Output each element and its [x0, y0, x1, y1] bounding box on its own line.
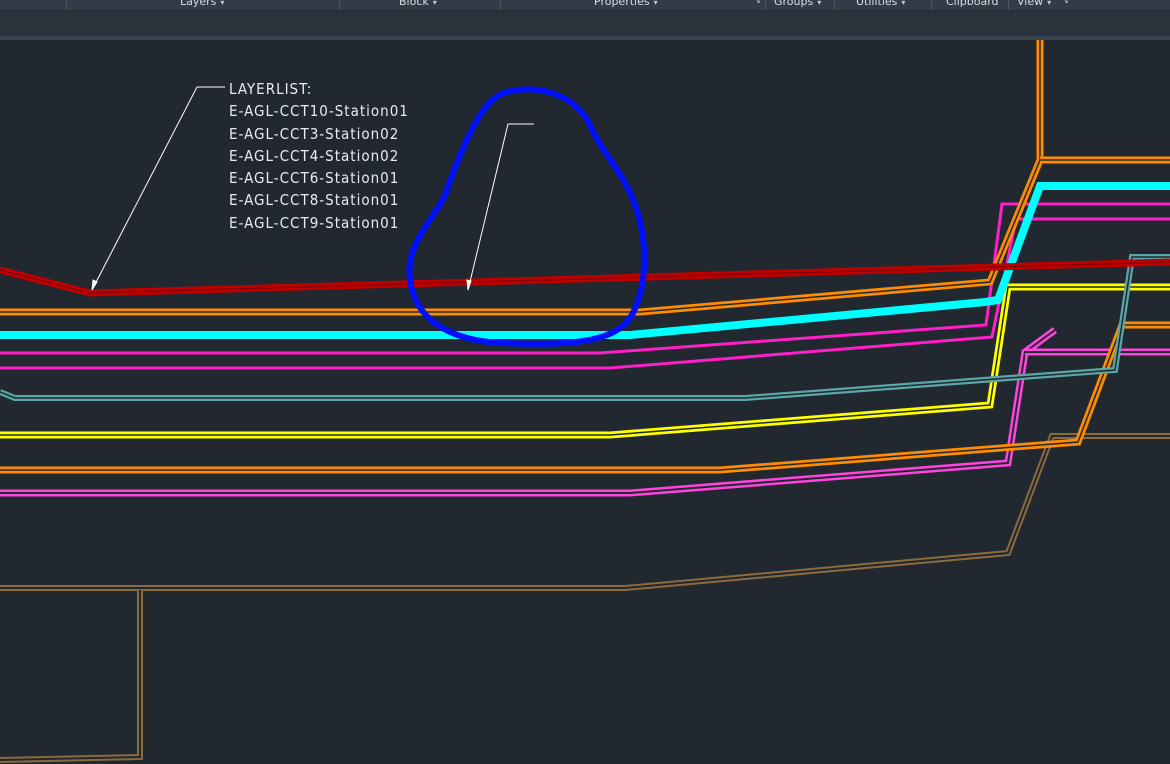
properties-dialog-launcher-icon[interactable]: ↘	[754, 0, 762, 5]
panel-separator	[765, 0, 766, 10]
panel-title-label: View	[1017, 0, 1044, 8]
chevron-down-icon: ▾	[432, 0, 437, 7]
chevron-down-icon: ▾	[220, 0, 225, 7]
chevron-down-icon: ▾	[1047, 0, 1052, 7]
view-dialog-launcher-icon[interactable]: ↘	[1062, 0, 1070, 5]
annotation-header: LAYERLIST:	[229, 80, 313, 98]
panel-title-layers[interactable]: Layers ▾	[180, 0, 224, 9]
annotation-layer-item: E-AGL-CCT10-Station01	[229, 102, 409, 121]
panel-title-label: Clipboard	[946, 0, 999, 8]
panel-title-label: Block	[399, 0, 429, 8]
chevron-down-icon: ▾	[901, 0, 906, 7]
chevron-down-icon: ▾	[653, 0, 658, 7]
panel-separator	[500, 0, 501, 10]
annotation-layer-item: E-AGL-CCT4-Station02	[229, 146, 400, 165]
panel-title-label: Utilities	[856, 0, 898, 8]
annotation-layer-item: E-AGL-CCT3-Station02	[229, 124, 400, 143]
chevron-down-icon: ▾	[817, 0, 822, 7]
markup-circle[interactable]	[406, 86, 648, 347]
panel-separator	[66, 0, 67, 10]
ribbon-panel-titles-bar: Layers ▾ Block ▾ Properties ▾ ↘ Groups ▾ Uti…	[0, 0, 1170, 11]
panel-title-label: Groups	[774, 0, 814, 8]
panel-title-clipboard[interactable]: Clipboard	[946, 0, 999, 9]
annotation-layer-item: E-AGL-CCT9-Station01	[229, 213, 400, 232]
annotation-layer-item: E-AGL-CCT8-Station01	[229, 191, 400, 210]
polyline-brown[interactable]	[0, 433, 1170, 763]
panel-title-groups[interactable]: Groups ▾	[774, 0, 821, 9]
panel-title-label: Layers	[180, 0, 217, 8]
panel-separator	[1008, 0, 1009, 10]
drawing-canvas[interactable]: LAYERLIST: E-AGL-CCT10-Station01 E-AGL-C…	[0, 40, 1170, 764]
panel-separator	[931, 0, 932, 10]
panel-title-view[interactable]: View ▾	[1017, 0, 1051, 9]
panel-title-block[interactable]: Block ▾	[399, 0, 437, 9]
panel-title-label: Properties	[594, 0, 650, 8]
layerlist-annotation[interactable]: LAYERLIST: E-AGL-CCT10-Station01 E-AGL-C…	[229, 78, 409, 234]
panel-title-utilities[interactable]: Utilities ▾	[856, 0, 905, 9]
ribbon: Layers ▾ Block ▾ Properties ▾ ↘ Groups ▾ Uti…	[0, 0, 1170, 36]
annotation-layer-item: E-AGL-CCT6-Station01	[229, 169, 400, 188]
panel-separator	[834, 0, 835, 10]
polyline-orange-upper[interactable]	[0, 40, 1170, 316]
panel-title-properties[interactable]: Properties ▾	[594, 0, 658, 9]
drawing-svg	[0, 40, 1170, 763]
panel-separator	[339, 0, 340, 10]
